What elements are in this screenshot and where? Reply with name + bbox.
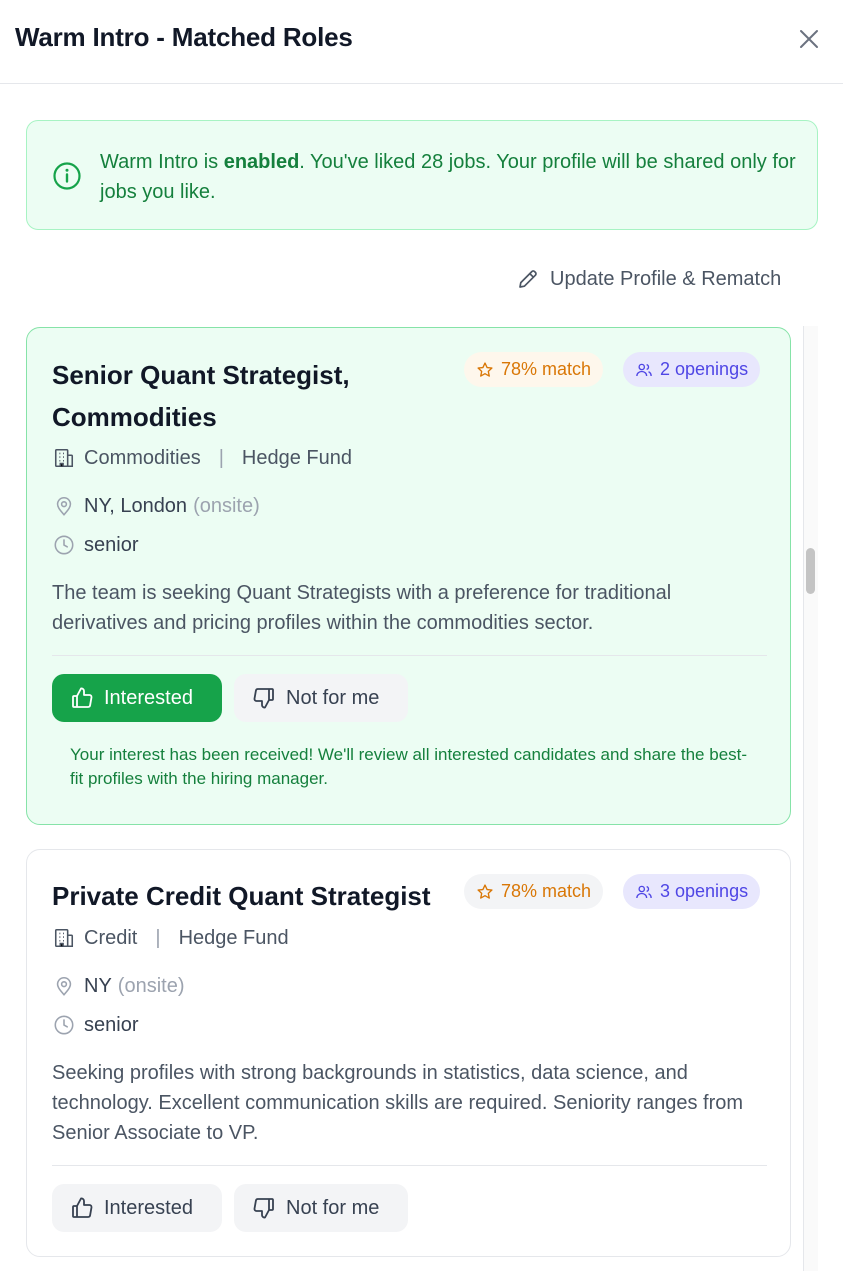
match-badge: 78% match <box>464 352 604 387</box>
update-profile-button[interactable]: Update Profile & Rematch <box>516 264 781 294</box>
job-title: Private Credit Quant Strategist <box>52 881 431 911</box>
location-row: NY, London (onsite) <box>52 491 260 521</box>
notice-status: enabled <box>223 151 300 173</box>
map-pin-icon <box>52 974 76 998</box>
scrollbar-thumb[interactable] <box>806 548 815 594</box>
card-divider <box>52 655 767 656</box>
firm-type-label: Hedge Fund <box>241 446 352 469</box>
location-label: NY, London <box>84 494 188 517</box>
seniority-row: senior <box>52 1010 138 1040</box>
clock-icon <box>52 1013 76 1037</box>
job-description: The team is seeking Quant Strategists wi… <box>52 582 672 634</box>
seniority-label: senior <box>84 533 139 556</box>
building-icon <box>52 926 76 950</box>
close-icon <box>800 30 818 48</box>
panel-header: Warm Intro - Matched Roles <box>0 0 843 84</box>
separator: | <box>155 926 161 949</box>
warm-intro-notice: Warm Intro is enabled. You've liked 28 j… <box>26 120 818 230</box>
work-mode-label: (onsite) <box>193 494 260 517</box>
job-title: Senior Quant Strategist, Commodities <box>52 360 350 432</box>
location-label: NY <box>84 974 112 997</box>
team-label: Credit <box>84 926 138 949</box>
team-row: Credit | Hedge Fund <box>52 923 289 953</box>
users-icon <box>636 363 652 376</box>
users-icon <box>636 885 652 898</box>
not-for-me-button[interactable]: Not for me <box>234 1184 408 1232</box>
interested-button[interactable]: Interested <box>52 1184 222 1232</box>
location-row: NY (onsite) <box>52 971 185 1001</box>
thumbs-down-icon <box>253 1198 274 1219</box>
info-icon <box>53 162 81 190</box>
work-mode-label: (onsite) <box>117 974 185 997</box>
not-for-me-button[interactable]: Not for me <box>234 674 408 722</box>
separator: | <box>218 446 224 469</box>
seniority-label: senior <box>84 1013 139 1036</box>
notice-text: Warm Intro is enabled. You've liked 28 j… <box>100 151 796 203</box>
team-label: Commodities <box>84 446 201 469</box>
openings-badge: 2 openings <box>623 352 761 387</box>
close-button[interactable] <box>794 24 824 54</box>
scrollbar-track[interactable] <box>803 326 818 1271</box>
thumbs-down-icon <box>253 688 274 709</box>
job-card: Private Credit Quant Strategist 78% matc… <box>26 849 791 1257</box>
clock-icon <box>52 533 76 557</box>
pencil-icon <box>519 270 537 288</box>
update-profile-label: Update Profile & Rematch <box>550 267 782 290</box>
card-divider <box>52 1165 767 1166</box>
team-row: Commodities | Hedge Fund <box>52 443 352 473</box>
panel-title: Warm Intro - Matched Roles <box>15 22 353 52</box>
interested-button[interactable]: Interested <box>52 674 222 722</box>
map-pin-icon <box>52 494 76 518</box>
job-card: Senior Quant Strategist, Commodities 78%… <box>26 327 791 825</box>
thumbs-up-icon <box>72 687 93 708</box>
interest-confirmation: Your interest has been received! We'll r… <box>70 745 748 788</box>
seniority-row: senior <box>52 530 138 560</box>
openings-badge: 3 openings <box>623 874 761 909</box>
thumbs-up-icon <box>72 1197 93 1218</box>
star-icon <box>477 361 493 377</box>
building-icon <box>52 446 76 470</box>
star-icon <box>477 883 493 899</box>
firm-type-label: Hedge Fund <box>178 926 289 949</box>
job-description: Seeking profiles with strong backgrounds… <box>52 1062 744 1144</box>
match-badge: 78% match <box>464 874 604 909</box>
